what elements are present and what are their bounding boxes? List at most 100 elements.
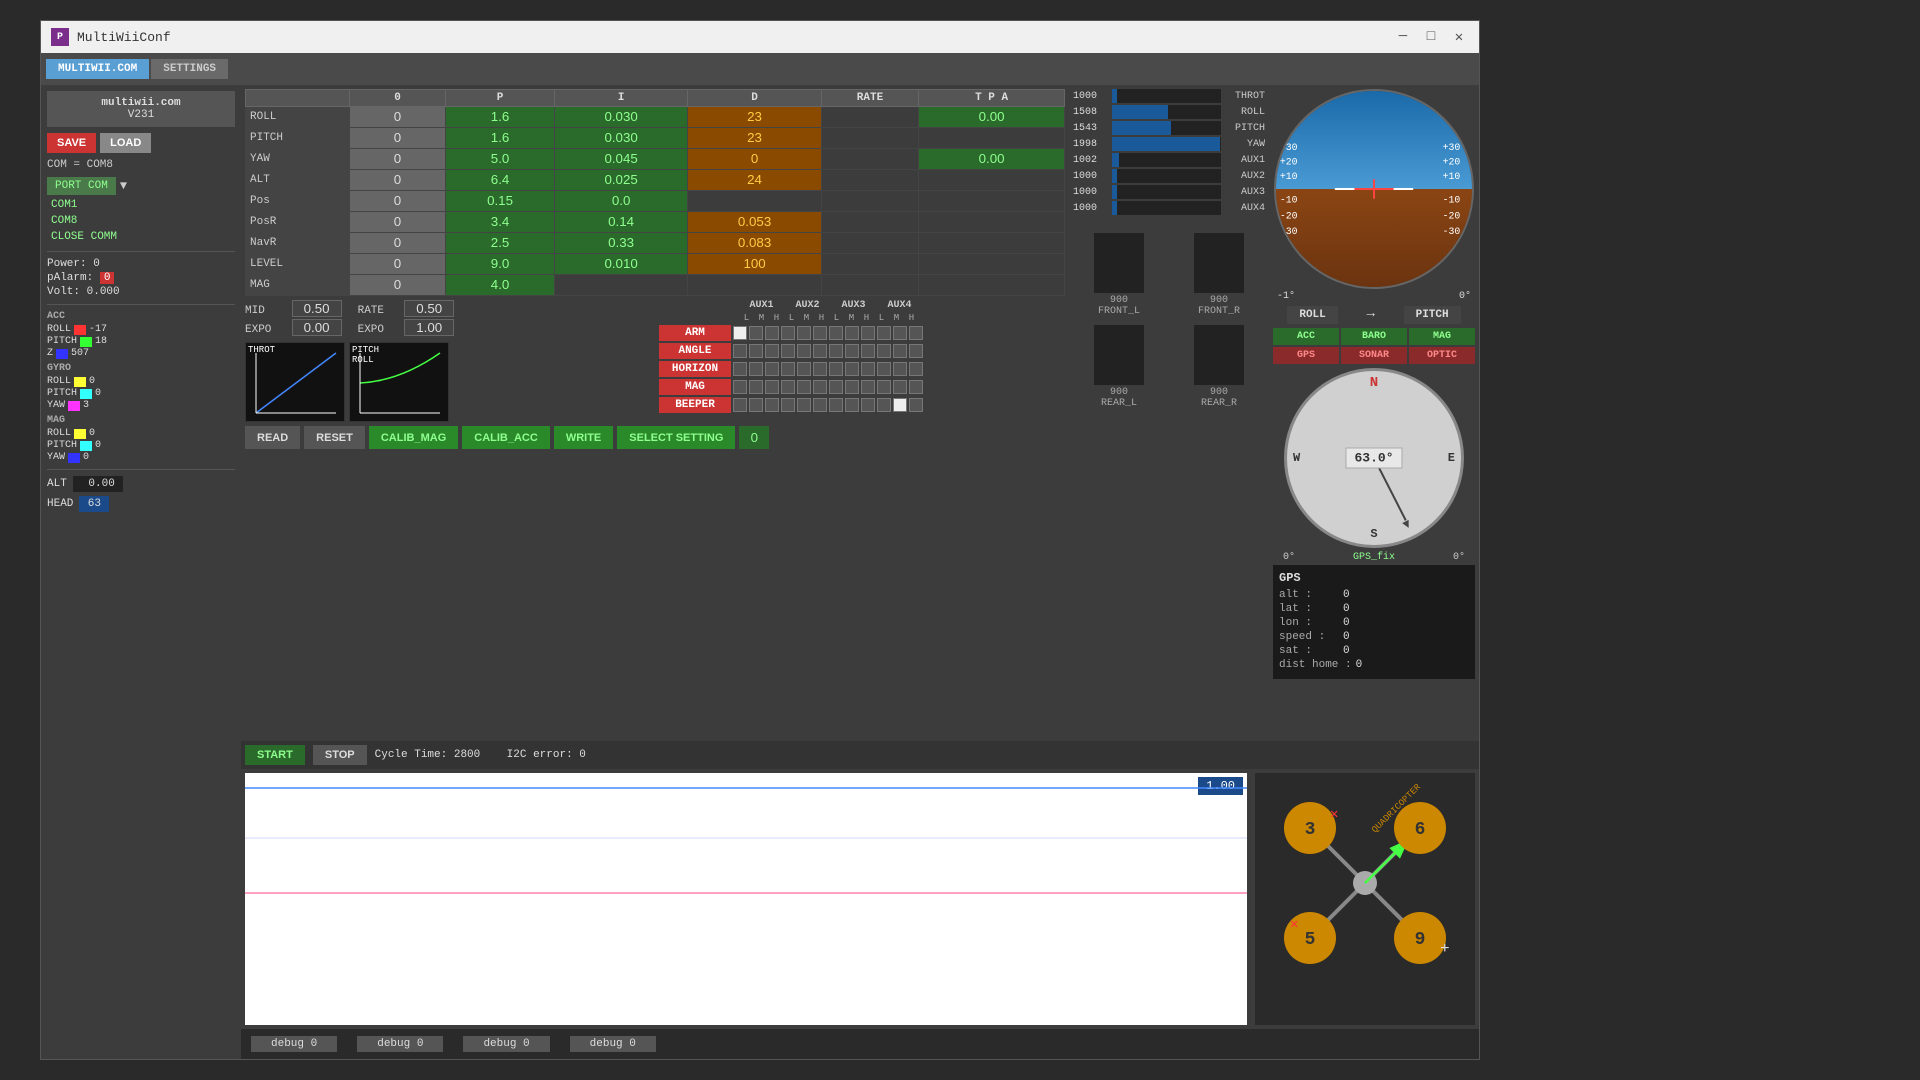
mode-cb-angle-5[interactable] bbox=[813, 344, 827, 358]
mode-cb-mag-1[interactable] bbox=[749, 380, 763, 394]
optic-sensor-btn[interactable]: OPTIC bbox=[1409, 347, 1475, 364]
pitch-0-input[interactable] bbox=[383, 130, 413, 145]
mode-cb-mag-8[interactable] bbox=[861, 380, 875, 394]
mode-cb-beeper-5[interactable] bbox=[813, 398, 827, 412]
mode-cb-angle-9[interactable] bbox=[877, 344, 891, 358]
mode-cb-beeper-10[interactable] bbox=[893, 398, 907, 412]
mode-cb-horizon-10[interactable] bbox=[893, 362, 907, 376]
mode-cb-angle-3[interactable] bbox=[781, 344, 795, 358]
mode-cb-angle-0[interactable] bbox=[733, 344, 747, 358]
mode-cb-horizon-9[interactable] bbox=[877, 362, 891, 376]
navr-0-input[interactable] bbox=[383, 235, 413, 250]
calib-mag-button[interactable]: CALIB_MAG bbox=[369, 426, 458, 449]
yaw-p-input[interactable] bbox=[483, 151, 518, 166]
roll-d-input[interactable] bbox=[737, 109, 772, 124]
navr-i-input[interactable] bbox=[599, 235, 644, 250]
mode-cb-arm-7[interactable] bbox=[845, 326, 859, 340]
mode-cb-beeper-8[interactable] bbox=[861, 398, 875, 412]
mode-cb-mag-11[interactable] bbox=[909, 380, 923, 394]
mag-p-input[interactable] bbox=[483, 277, 518, 292]
save-button[interactable]: SAVE bbox=[47, 133, 96, 153]
mag-sensor-btn[interactable]: MAG bbox=[1409, 328, 1475, 345]
alt-0-input[interactable] bbox=[383, 172, 413, 187]
alt-d-input[interactable] bbox=[737, 172, 772, 187]
port-com-button[interactable]: PORT COM bbox=[47, 177, 116, 195]
mode-cb-beeper-7[interactable] bbox=[845, 398, 859, 412]
maximize-button[interactable]: □ bbox=[1421, 27, 1441, 47]
mode-cb-horizon-4[interactable] bbox=[797, 362, 811, 376]
mode-cb-beeper-4[interactable] bbox=[797, 398, 811, 412]
yaw-0-input[interactable] bbox=[383, 151, 413, 166]
mode-cb-angle-1[interactable] bbox=[749, 344, 763, 358]
level-i-input[interactable] bbox=[599, 256, 644, 271]
mode-cb-mag-0[interactable] bbox=[733, 380, 747, 394]
posr-p-input[interactable] bbox=[483, 214, 518, 229]
roll-p-input[interactable] bbox=[483, 109, 518, 124]
mode-cb-angle-8[interactable] bbox=[861, 344, 875, 358]
stop-button[interactable]: STOP bbox=[313, 745, 367, 765]
mode-cb-arm-3[interactable] bbox=[781, 326, 795, 340]
sonar-sensor-btn[interactable]: SONAR bbox=[1341, 347, 1407, 364]
mode-cb-angle-4[interactable] bbox=[797, 344, 811, 358]
roll-0-input[interactable] bbox=[383, 109, 413, 124]
mode-cb-arm-6[interactable] bbox=[829, 326, 843, 340]
level-0-input[interactable] bbox=[383, 256, 413, 271]
mode-cb-arm-1[interactable] bbox=[749, 326, 763, 340]
mode-cb-mag-6[interactable] bbox=[829, 380, 843, 394]
pitch-d-input[interactable] bbox=[737, 130, 772, 145]
pitch-p-input[interactable] bbox=[483, 130, 518, 145]
mode-cb-arm-5[interactable] bbox=[813, 326, 827, 340]
mode-cb-angle-6[interactable] bbox=[829, 344, 843, 358]
navr-d-input[interactable] bbox=[732, 235, 777, 250]
mode-cb-horizon-1[interactable] bbox=[749, 362, 763, 376]
yaw-tpa-input[interactable] bbox=[967, 151, 1017, 166]
mode-cb-arm-11[interactable] bbox=[909, 326, 923, 340]
posr-i-input[interactable] bbox=[599, 214, 644, 229]
mode-cb-beeper-11[interactable] bbox=[909, 398, 923, 412]
gps-sensor-btn[interactable]: GPS bbox=[1273, 347, 1339, 364]
mode-cb-arm-2[interactable] bbox=[765, 326, 779, 340]
pos-i-input[interactable] bbox=[599, 193, 644, 208]
mag-0-input[interactable] bbox=[383, 277, 413, 292]
mode-cb-mag-4[interactable] bbox=[797, 380, 811, 394]
mode-cb-horizon-0[interactable] bbox=[733, 362, 747, 376]
pitch-i-input[interactable] bbox=[599, 130, 644, 145]
mode-cb-mag-7[interactable] bbox=[845, 380, 859, 394]
write-button[interactable]: WRITE bbox=[554, 426, 613, 449]
start-button[interactable]: START bbox=[245, 745, 305, 765]
mode-cb-beeper-3[interactable] bbox=[781, 398, 795, 412]
posr-0-input[interactable] bbox=[383, 214, 413, 229]
level-p-input[interactable] bbox=[483, 256, 518, 271]
mode-cb-beeper-0[interactable] bbox=[733, 398, 747, 412]
mode-cb-angle-2[interactable] bbox=[765, 344, 779, 358]
mode-cb-horizon-5[interactable] bbox=[813, 362, 827, 376]
mode-cb-mag-10[interactable] bbox=[893, 380, 907, 394]
mode-cb-horizon-7[interactable] bbox=[845, 362, 859, 376]
mode-cb-angle-7[interactable] bbox=[845, 344, 859, 358]
mode-cb-beeper-6[interactable] bbox=[829, 398, 843, 412]
roll-tpa-input[interactable] bbox=[967, 109, 1017, 124]
reset-button[interactable]: RESET bbox=[304, 426, 365, 449]
expo2-input[interactable] bbox=[404, 319, 454, 336]
mode-cb-arm-4[interactable] bbox=[797, 326, 811, 340]
mode-cb-mag-3[interactable] bbox=[781, 380, 795, 394]
mode-cb-horizon-3[interactable] bbox=[781, 362, 795, 376]
mode-cb-mag-5[interactable] bbox=[813, 380, 827, 394]
baro-sensor-btn[interactable]: BARO bbox=[1341, 328, 1407, 345]
mode-cb-beeper-9[interactable] bbox=[877, 398, 891, 412]
mode-cb-angle-10[interactable] bbox=[893, 344, 907, 358]
close-comm-button[interactable]: CLOSE COMM bbox=[47, 229, 235, 245]
load-button[interactable]: LOAD bbox=[100, 133, 151, 153]
mode-cb-beeper-1[interactable] bbox=[749, 398, 763, 412]
yaw-i-input[interactable] bbox=[599, 151, 644, 166]
pitch-label-btn[interactable]: PITCH bbox=[1404, 306, 1461, 324]
posr-d-input[interactable] bbox=[732, 214, 777, 229]
read-button[interactable]: READ bbox=[245, 426, 300, 449]
mode-cb-horizon-2[interactable] bbox=[765, 362, 779, 376]
mid-input[interactable] bbox=[292, 300, 342, 317]
rate-input[interactable] bbox=[404, 300, 454, 317]
alt-p-input[interactable] bbox=[483, 172, 518, 187]
yaw-d-input[interactable] bbox=[737, 151, 772, 166]
navr-p-input[interactable] bbox=[483, 235, 518, 250]
mode-cb-horizon-11[interactable] bbox=[909, 362, 923, 376]
